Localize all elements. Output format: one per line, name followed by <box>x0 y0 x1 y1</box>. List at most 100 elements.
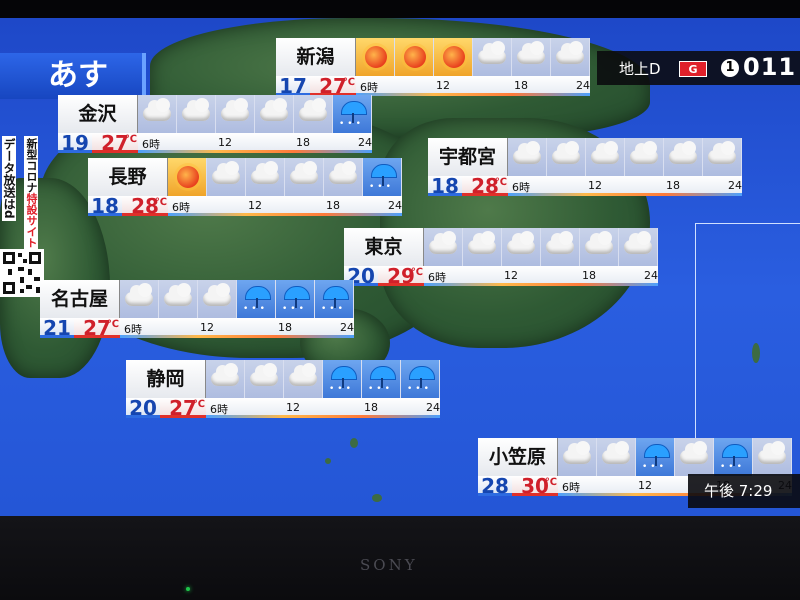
cloud-icon <box>285 158 324 196</box>
time-label: 6時 <box>428 271 446 284</box>
cloud-icon <box>206 360 245 398</box>
cloud-icon <box>508 138 547 176</box>
weather-map: あす 新型コロナ特設サイト データ放送はd 新潟 17 27 ℃ 6時 12 18 24… <box>0 18 800 516</box>
time-label: 18 <box>514 79 528 92</box>
cloud-icon <box>324 158 363 196</box>
time-label: 24 <box>358 136 372 149</box>
cloud-icon <box>586 138 625 176</box>
time-label: 6時 <box>172 201 190 214</box>
time-label: 24 <box>388 199 402 212</box>
time-label: 6時 <box>512 181 530 194</box>
cloud-icon <box>625 138 664 176</box>
umbrella-rain-icon: ••• <box>276 280 315 318</box>
min-temp: 18 <box>88 196 122 216</box>
island-1 <box>350 438 358 448</box>
sun-icon <box>434 38 473 76</box>
cloud-icon <box>558 438 597 476</box>
max-temp: 29 ℃ <box>378 266 424 286</box>
tv-bezel-top <box>0 0 800 18</box>
cloud-icon <box>597 438 636 476</box>
qr-code-icon <box>0 249 44 297</box>
cloud-icon <box>580 228 619 266</box>
cloud-icon <box>120 280 159 318</box>
time-label: 24 <box>576 79 590 92</box>
time-label: 6時 <box>360 81 378 94</box>
time-label: 12 <box>248 199 262 212</box>
power-led <box>186 587 190 591</box>
time-label: 12 <box>588 179 602 192</box>
time-label: 18 <box>326 199 340 212</box>
channel-label: 地上D <box>619 60 661 78</box>
weather-icons: ••• <box>138 95 372 133</box>
umbrella-rain-icon: ••• <box>714 438 753 476</box>
channel-badge: G <box>679 61 707 77</box>
umbrella-rain-icon: ••• <box>401 360 440 398</box>
time-label: 24 <box>426 401 440 414</box>
time-label: 12 <box>638 479 652 492</box>
time-label: 12 <box>218 136 232 149</box>
time-label: 18 <box>296 136 310 149</box>
min-temp: 19 <box>58 133 92 153</box>
weather-icons <box>424 228 658 266</box>
city-name: 宇都宮 <box>428 138 508 176</box>
time-axis: 6時 12 18 24 <box>168 196 402 216</box>
cloud-icon <box>207 158 246 196</box>
cloud-icon <box>177 95 216 133</box>
sun-icon <box>168 158 207 196</box>
side-notice-data-broadcast: データ放送はd <box>2 136 16 221</box>
umbrella-rain-icon: ••• <box>333 95 372 133</box>
time-axis: 6時 12 18 24 <box>206 398 440 418</box>
cloud-icon <box>619 228 658 266</box>
time-label: 12 <box>504 269 518 282</box>
city-name: 小笠原 <box>478 438 558 476</box>
umbrella-rain-icon: ••• <box>362 360 401 398</box>
umbrella-rain-icon: ••• <box>323 360 362 398</box>
weather-icons: ••• <box>168 158 402 196</box>
city-name: 名古屋 <box>40 280 120 318</box>
city-name: 金沢 <box>58 95 138 133</box>
time-axis: 6時 12 18 24 <box>356 76 590 96</box>
weather-icons: ••• ••• <box>558 438 792 476</box>
channel-indicator: 地上D G 1 011 <box>597 51 800 85</box>
time-label: 6時 <box>562 481 580 494</box>
cloud-icon <box>541 228 580 266</box>
cloud-icon <box>138 95 177 133</box>
sun-icon <box>356 38 395 76</box>
channel-number: 011 <box>743 53 797 81</box>
max-temp: 27 ℃ <box>92 133 138 153</box>
cloud-icon <box>502 228 541 266</box>
max-temp: 27 ℃ <box>160 398 206 418</box>
cloud-icon <box>424 228 463 266</box>
time-axis: 6時 12 18 24 <box>508 176 742 196</box>
time-label: 12 <box>436 79 450 92</box>
time-axis: 6時 12 18 24 <box>424 266 658 286</box>
weather-icons <box>356 38 590 76</box>
cloud-icon <box>245 360 284 398</box>
time-axis: 6時 12 18 24 <box>138 133 372 153</box>
weather-icons: ••• ••• ••• <box>206 360 440 398</box>
max-temp: 30 ℃ <box>512 476 558 496</box>
time-label: 6時 <box>210 403 228 416</box>
cloud-icon <box>675 438 714 476</box>
min-temp: 28 <box>478 476 512 496</box>
city-name: 新潟 <box>276 38 356 76</box>
time-label: 18 <box>278 321 292 334</box>
time-label: 24 <box>340 321 354 334</box>
weather-icons <box>508 138 742 176</box>
city-name: 東京 <box>344 228 424 266</box>
weather-icons: ••• ••• ••• <box>120 280 354 318</box>
city-name: 静岡 <box>126 360 206 398</box>
cloud-icon <box>753 438 792 476</box>
cloud-icon <box>294 95 333 133</box>
time-axis: 6時 12 18 24 <box>120 318 354 338</box>
max-temp: 28 ℃ <box>122 196 168 216</box>
cloud-icon <box>473 38 512 76</box>
min-temp: 21 <box>40 318 74 338</box>
island-2 <box>325 458 331 464</box>
tv-brand-logo: SONY <box>360 556 418 574</box>
cloud-icon <box>463 228 502 266</box>
island-3 <box>372 494 382 502</box>
cloud-icon <box>284 360 323 398</box>
umbrella-rain-icon: ••• <box>237 280 276 318</box>
umbrella-rain-icon: ••• <box>636 438 675 476</box>
